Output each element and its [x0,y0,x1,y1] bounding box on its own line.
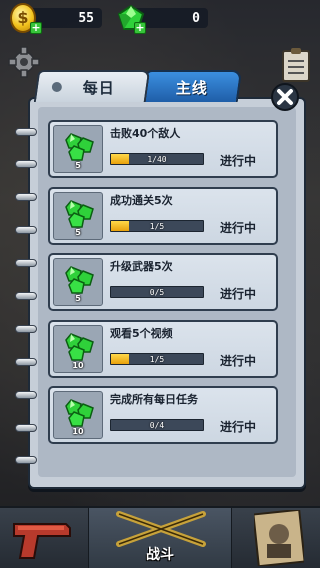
task-card[interactable]: 5 成功通关5次 1/5 进行中 [48,187,278,245]
wanted-poster-icon [254,510,304,566]
reward-amount: 5 [75,161,81,170]
pistol-icon [13,523,71,559]
add-coins-icon[interactable]: + [30,22,42,34]
progress-text: 1/5 [149,222,165,231]
binder-ring [15,424,37,432]
progress-text: 0/4 [149,421,165,430]
progress-bar: 1/40 [110,153,204,165]
coin-amount: 55 [78,10,94,26]
binder-ring [15,391,37,399]
binder-ring [15,128,37,136]
nav-battle[interactable]: 战斗 [88,508,232,568]
clipboard-icon[interactable] [282,48,310,82]
binder-ring [15,193,37,201]
close-icon[interactable] [270,82,300,112]
task-status: 进行中 [220,420,257,434]
nav-weapons[interactable] [0,508,88,568]
task-title: 击败40个敌人 [110,127,181,140]
tab-main-quest[interactable]: 主线 [141,70,243,102]
tab-daily-icon [51,82,62,92]
binder-ring [15,160,37,168]
progress-bar: 0/5 [110,286,204,298]
progress-bar: 1/5 [110,220,204,232]
task-card[interactable]: 5 击败40个敌人 1/40 进行中 [48,120,278,178]
reward-box: 5 [53,192,103,240]
task-status: 进行中 [220,287,257,301]
task-title: 观看5个视频 [110,327,173,340]
binder-ring [15,226,37,234]
bottom-nav: 战斗 [0,506,320,568]
nav-profile[interactable] [232,508,320,568]
reward-box: 10 [53,325,103,373]
task-title: 完成所有每日任务 [110,393,198,406]
gem-amount: 0 [192,10,200,26]
task-card[interactable]: 10 观看5个视频 1/5 进行中 [48,320,278,378]
reward-box: 5 [53,258,103,306]
reward-amount: 10 [72,361,84,370]
binder-ring [15,358,37,366]
task-status: 进行中 [220,221,257,235]
progress-text: 1/5 [149,355,165,364]
binder-ring [15,325,37,333]
reward-amount: 5 [75,228,81,237]
progress-text: 0/5 [149,288,165,297]
task-card[interactable]: 5 升级武器5次 0/5 进行中 [48,253,278,311]
reward-box: 10 [53,391,103,439]
gem-icon [65,133,94,161]
tab-daily-label: 每日 [82,78,115,97]
coin-icon-glyph: $ [17,8,29,27]
task-card[interactable]: 10 完成所有每日任务 0/4 进行中 [48,386,278,444]
progress-bar: 0/4 [110,419,204,431]
reward-amount: 10 [72,427,84,436]
task-status: 进行中 [220,154,257,168]
gem-icon [65,333,94,361]
progress-text: 1/40 [147,155,167,164]
nav-battle-label: 战斗 [146,547,174,563]
reward-box: 5 [53,125,103,173]
reward-amount: 5 [75,294,81,303]
currency-bar: 55 $ + 0 + [0,0,320,38]
gear-icon[interactable] [8,46,40,78]
add-gems-icon[interactable]: + [134,22,146,34]
task-title: 升级武器5次 [110,260,173,273]
progress-bar: 1/5 [110,353,204,365]
gem-icon [65,200,94,228]
binder-ring [15,456,37,464]
task-title: 成功通关5次 [110,194,173,207]
tab-daily[interactable]: 每日 [33,70,151,102]
task-status: 进行中 [220,354,257,368]
binder-ring [15,292,37,300]
gem-icon [65,399,94,427]
tab-main-quest-label: 主线 [175,78,208,97]
gem-icon [65,266,94,294]
binder-ring [15,259,37,267]
